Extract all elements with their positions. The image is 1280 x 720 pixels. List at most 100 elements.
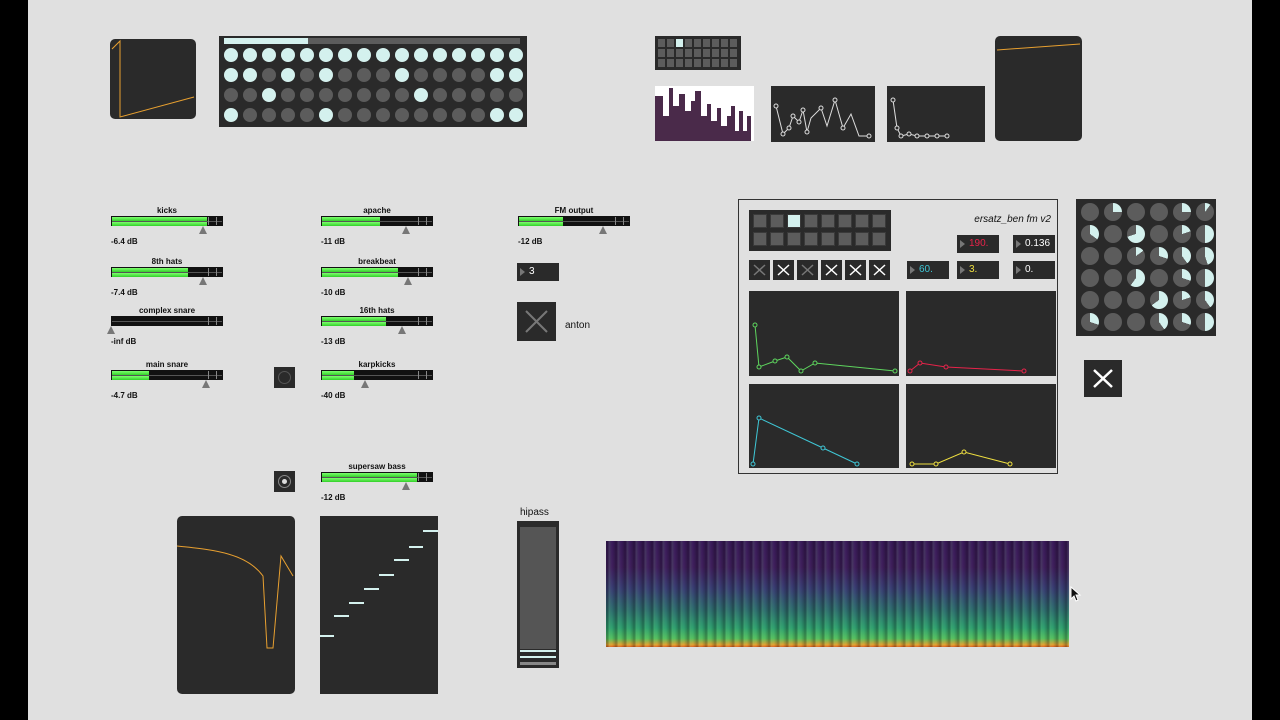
sequencer-cell[interactable] bbox=[262, 88, 276, 102]
sequencer-cell[interactable] bbox=[262, 68, 276, 82]
sequencer-cell[interactable] bbox=[471, 108, 485, 122]
matrix-cell[interactable] bbox=[712, 49, 719, 57]
toggle-button-1[interactable] bbox=[274, 367, 295, 388]
fm-freq-box[interactable]: 190. bbox=[957, 235, 999, 253]
matrix-cell[interactable] bbox=[676, 59, 683, 67]
gain-thumb[interactable] bbox=[398, 326, 406, 334]
fm-matrix[interactable] bbox=[749, 210, 891, 251]
matrix-cell[interactable] bbox=[694, 59, 701, 67]
gain-meter[interactable] bbox=[111, 370, 223, 380]
fm-matrix-cell[interactable] bbox=[838, 214, 852, 228]
gain-thumb[interactable] bbox=[404, 277, 412, 285]
function-scope[interactable] bbox=[110, 39, 196, 119]
dial-cell[interactable] bbox=[1127, 313, 1145, 331]
sequencer-cell[interactable] bbox=[433, 88, 447, 102]
function-editor[interactable] bbox=[995, 36, 1082, 141]
gain-thumb[interactable] bbox=[199, 226, 207, 234]
sequencer-cell[interactable] bbox=[281, 108, 295, 122]
matrix-cell[interactable] bbox=[658, 39, 665, 47]
toggle-button-2[interactable] bbox=[274, 471, 295, 492]
dial-cell[interactable] bbox=[1196, 291, 1214, 309]
matrix-cell[interactable] bbox=[658, 59, 665, 67]
sequencer-cell[interactable] bbox=[224, 48, 238, 62]
fm-matrix-cell[interactable] bbox=[753, 232, 767, 246]
sequencer-cell[interactable] bbox=[433, 68, 447, 82]
sequencer-cell[interactable] bbox=[490, 68, 504, 82]
matrix-cell[interactable] bbox=[667, 39, 674, 47]
dial-cell[interactable] bbox=[1127, 269, 1145, 287]
sequencer-cell[interactable] bbox=[243, 108, 257, 122]
sequencer-cell[interactable] bbox=[281, 48, 295, 62]
gain-meter[interactable] bbox=[321, 370, 433, 380]
dial-cell[interactable] bbox=[1127, 203, 1145, 221]
fm-op-toggle[interactable] bbox=[773, 260, 794, 280]
gain-thumb[interactable] bbox=[202, 380, 210, 388]
sequencer-cell[interactable] bbox=[300, 68, 314, 82]
dial-cell[interactable] bbox=[1173, 313, 1191, 331]
sequencer-cell[interactable] bbox=[224, 68, 238, 82]
fm-matrix-cell[interactable] bbox=[770, 232, 784, 246]
fm-matrix-cell[interactable] bbox=[872, 232, 886, 246]
matrix-cell[interactable] bbox=[667, 59, 674, 67]
sequencer-cell[interactable] bbox=[471, 88, 485, 102]
dial-cell[interactable] bbox=[1173, 291, 1191, 309]
sequencer-cell[interactable] bbox=[300, 108, 314, 122]
sequencer-cell[interactable] bbox=[376, 48, 390, 62]
matrix-cell[interactable] bbox=[721, 59, 728, 67]
gain-thumb[interactable] bbox=[402, 226, 410, 234]
dial-cell[interactable] bbox=[1173, 247, 1191, 265]
sequencer-cell[interactable] bbox=[243, 88, 257, 102]
matrix-cell[interactable] bbox=[721, 39, 728, 47]
gain-thumb[interactable] bbox=[199, 277, 207, 285]
gain-thumb[interactable] bbox=[107, 326, 115, 334]
fm-matrix-cell[interactable] bbox=[787, 232, 801, 246]
anton-toggle[interactable] bbox=[517, 302, 556, 341]
gain-meter[interactable] bbox=[321, 216, 433, 226]
sequencer-cell[interactable] bbox=[262, 108, 276, 122]
gain-meter[interactable] bbox=[321, 472, 433, 482]
sequencer-cell[interactable] bbox=[395, 48, 409, 62]
breakpoint-graph-2[interactable] bbox=[887, 86, 985, 142]
sequencer-cell[interactable] bbox=[357, 48, 371, 62]
dial-cell[interactable] bbox=[1104, 313, 1122, 331]
gain-thumb[interactable] bbox=[361, 380, 369, 388]
matrix-cell[interactable] bbox=[685, 39, 692, 47]
dial-cell[interactable] bbox=[1104, 247, 1122, 265]
number-box[interactable]: 3 bbox=[517, 263, 559, 281]
sequencer-cell[interactable] bbox=[376, 108, 390, 122]
fm-op-toggle[interactable] bbox=[821, 260, 842, 280]
sequencer-cell[interactable] bbox=[490, 108, 504, 122]
sequencer-cell[interactable] bbox=[243, 48, 257, 62]
sequencer-cell[interactable] bbox=[395, 108, 409, 122]
env-yellow[interactable] bbox=[906, 384, 1056, 468]
sequencer-cell[interactable] bbox=[414, 88, 428, 102]
matrix-cell[interactable] bbox=[676, 39, 683, 47]
matrix-cell[interactable] bbox=[658, 49, 665, 57]
gain-meter[interactable] bbox=[111, 267, 223, 277]
matrix-cell[interactable] bbox=[667, 49, 674, 57]
sequencer-cell[interactable] bbox=[300, 88, 314, 102]
sequencer-cell[interactable] bbox=[433, 48, 447, 62]
matrix-cell[interactable] bbox=[703, 59, 710, 67]
sequencer-cell[interactable] bbox=[395, 68, 409, 82]
sequencer-cell[interactable] bbox=[509, 88, 523, 102]
fm-zero-box[interactable]: 0. bbox=[1013, 261, 1055, 279]
matrix-cell[interactable] bbox=[694, 49, 701, 57]
dial-cell[interactable] bbox=[1196, 247, 1214, 265]
fm-matrix-cell[interactable] bbox=[855, 214, 869, 228]
sequencer-cell[interactable] bbox=[319, 48, 333, 62]
dial-cell[interactable] bbox=[1150, 203, 1168, 221]
dial-cell[interactable] bbox=[1127, 225, 1145, 243]
matrix-cell[interactable] bbox=[730, 59, 737, 67]
dial-cell[interactable] bbox=[1173, 269, 1191, 287]
fm-op-toggle[interactable] bbox=[797, 260, 818, 280]
dial-cell[interactable] bbox=[1104, 269, 1122, 287]
sequencer-cell[interactable] bbox=[319, 108, 333, 122]
fm-cyan-box[interactable]: 60. bbox=[907, 261, 949, 279]
fm-matrix-cell[interactable] bbox=[821, 232, 835, 246]
fm-matrix-cell[interactable] bbox=[804, 214, 818, 228]
sequencer-cell[interactable] bbox=[414, 108, 428, 122]
fm-matrix-cell[interactable] bbox=[872, 214, 886, 228]
sequencer-cell[interactable] bbox=[319, 68, 333, 82]
dial-matrix[interactable] bbox=[1076, 199, 1216, 336]
